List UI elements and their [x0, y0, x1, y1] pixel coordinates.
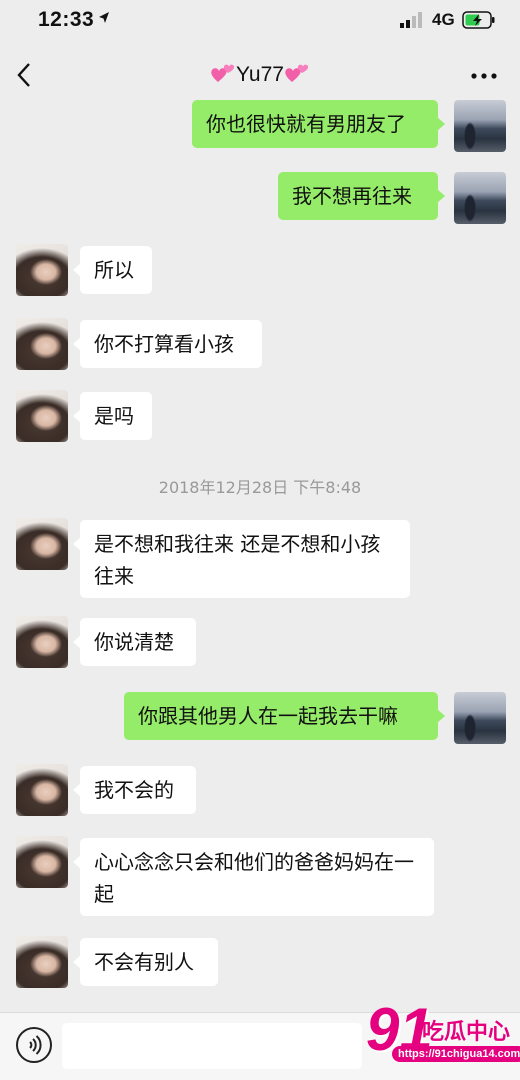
- received-message-bubble[interactable]: 不会有别人: [73, 938, 218, 986]
- sent-message-bubble[interactable]: 我不想再往来: [278, 172, 445, 220]
- status-bar: 12:33 4G: [0, 0, 520, 42]
- contact-avatar[interactable]: [16, 244, 68, 296]
- battery-charging-icon: [462, 11, 495, 29]
- chat-timestamp: 2018年12月28日 下午8:48: [158, 478, 362, 497]
- contact-avatar[interactable]: [16, 836, 68, 888]
- network-label: 4G: [432, 10, 455, 29]
- my-avatar[interactable]: [454, 172, 506, 224]
- watermark-name: 吃瓜中心: [422, 1020, 511, 1045]
- contact-avatar[interactable]: [16, 616, 68, 668]
- chat-header: Yu77: [0, 42, 520, 104]
- sent-message-bubble[interactable]: 你跟其他男人在一起我去干嘛: [124, 692, 445, 740]
- contact-avatar[interactable]: [16, 390, 68, 442]
- two-hearts-icon: [285, 64, 309, 82]
- watermark-url: https://91chigua14.com: [392, 1046, 520, 1062]
- received-message-bubble[interactable]: 是吗: [73, 392, 152, 440]
- message-input[interactable]: [62, 1023, 362, 1069]
- signal-icon: [400, 12, 422, 28]
- my-avatar[interactable]: [454, 100, 506, 152]
- location-arrow-icon: [99, 12, 109, 23]
- received-message-bubble[interactable]: 你说清楚: [73, 618, 196, 666]
- chat-title-text: Yu77: [236, 63, 284, 86]
- chat-title: Yu77: [0, 62, 520, 87]
- contact-avatar[interactable]: [16, 764, 68, 816]
- received-message-bubble[interactable]: 所以: [73, 246, 152, 294]
- more-options-icon[interactable]: [470, 72, 498, 80]
- contact-avatar[interactable]: [16, 518, 68, 570]
- watermark: 91 吃瓜中心 https://91chigua14.com: [362, 998, 520, 1080]
- sent-message-bubble[interactable]: 你也很快就有男朋友了: [192, 100, 445, 148]
- received-message-bubble[interactable]: 你不打算看小孩: [73, 320, 262, 368]
- contact-avatar[interactable]: [16, 936, 68, 988]
- voice-input-icon[interactable]: [14, 1025, 54, 1065]
- two-hearts-icon: [211, 64, 235, 82]
- received-message-bubble[interactable]: 是不想和我往来 还是不想和小孩往来: [73, 520, 410, 598]
- received-message-bubble[interactable]: 我不会的: [73, 766, 196, 814]
- received-message-bubble[interactable]: 心心念念只会和他们的爸爸妈妈在一起: [73, 838, 434, 916]
- contact-avatar[interactable]: [16, 318, 68, 370]
- my-avatar[interactable]: [454, 692, 506, 744]
- status-time: 12:33: [38, 8, 95, 31]
